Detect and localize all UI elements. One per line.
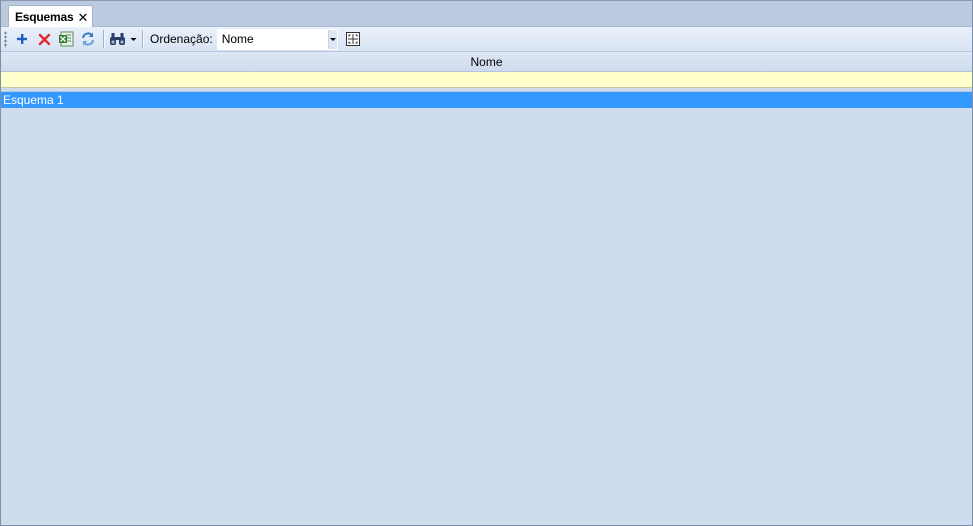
table-row[interactable]: Esquema 1 [1,92,972,108]
excel-export-icon [59,31,74,47]
tab-esquemas[interactable]: Esquemas ✕ [8,5,93,28]
toolbar-separator [142,30,143,48]
chevron-down-icon [329,37,336,41]
toolbar-separator [103,30,104,48]
tab-strip: Esquemas ✕ [1,1,972,28]
sort-select-dropdown-button[interactable] [327,29,337,49]
toolbar: Ordenação: Nome [1,27,972,52]
delete-button[interactable] [33,28,55,50]
sort-label: Ordenação: [150,32,213,46]
sort-select-value: Nome [221,32,254,46]
close-icon[interactable]: ✕ [77,11,88,24]
find-button[interactable] [108,28,138,50]
delete-icon [38,33,50,45]
refresh-button[interactable] [77,28,99,50]
tab-label: Esquemas [15,10,74,24]
binoculars-icon [110,33,125,45]
sort-select[interactable]: Nome [216,28,338,50]
app-window: Esquemas ✕ Ordenação: Nome Nome Esquema … [0,0,973,526]
add-icon [17,34,27,44]
column-header-label: Nome [470,54,503,69]
column-header-nome[interactable]: Nome [1,52,972,72]
auto-fit-button[interactable] [342,28,364,50]
refresh-icon [82,32,94,46]
grid-body: Esquema 1 [1,92,972,108]
cell-nome: Esquema 1 [3,93,64,107]
fit-columns-icon [345,32,360,46]
add-button[interactable] [11,28,33,50]
chevron-down-icon[interactable] [130,37,137,42]
filter-row[interactable] [1,72,972,88]
excel-export-button[interactable] [55,28,77,50]
toolbar-grip[interactable] [4,30,7,48]
